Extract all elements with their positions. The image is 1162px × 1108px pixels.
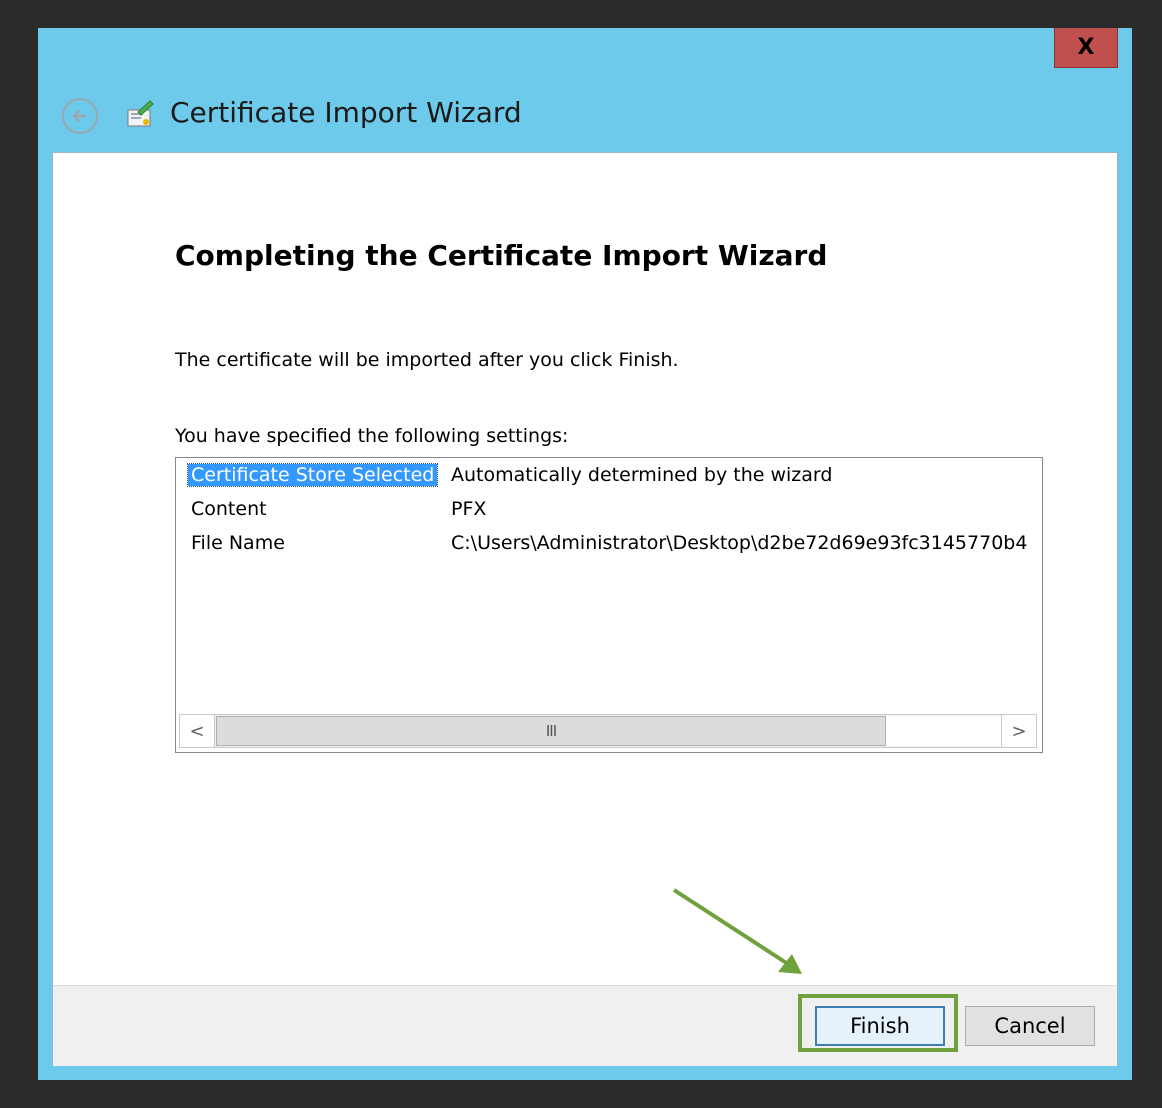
setting-value: Automatically determined by the wizard: [451, 464, 833, 486]
setting-key: Content: [191, 498, 267, 520]
finish-button[interactable]: Finish: [815, 1006, 945, 1046]
chevron-left-icon: <: [189, 720, 205, 742]
page-heading: Completing the Certificate Import Wizard: [175, 239, 828, 272]
setting-key: File Name: [191, 532, 285, 554]
wizard-content: Completing the Certificate Import Wizard…: [52, 152, 1118, 1066]
button-bar: Finish Cancel: [53, 985, 1117, 1066]
grip-icon: III: [545, 722, 557, 740]
setting-value: PFX: [451, 498, 487, 520]
setting-key: Certificate Store Selected: [186, 463, 439, 487]
setting-value: C:\Users\Administrator\Desktop\d2be72d69…: [451, 532, 1028, 554]
scroll-left-button[interactable]: <: [180, 715, 215, 747]
chevron-right-icon: >: [1011, 720, 1027, 742]
settings-list[interactable]: Certificate Store Selected Automatically…: [175, 457, 1043, 753]
list-item[interactable]: File Name C:\Users\Administrator\Desktop…: [176, 530, 1042, 560]
cancel-button[interactable]: Cancel: [965, 1006, 1095, 1046]
info-text: The certificate will be imported after y…: [175, 349, 679, 371]
scrollbar-thumb[interactable]: III: [216, 716, 886, 746]
list-item[interactable]: Content PFX: [176, 496, 1042, 526]
scroll-right-button[interactable]: >: [1001, 715, 1036, 747]
settings-label: You have specified the following setting…: [175, 425, 569, 447]
horizontal-scrollbar[interactable]: < III >: [179, 714, 1037, 748]
back-button[interactable]: [62, 98, 98, 134]
list-item[interactable]: Certificate Store Selected Automatically…: [176, 462, 1042, 492]
window-title: Certificate Import Wizard: [170, 96, 522, 129]
certificate-wizard-icon: [127, 100, 154, 127]
scrollbar-track[interactable]: [886, 716, 1004, 746]
back-arrow-icon: [72, 109, 87, 123]
close-button[interactable]: X: [1054, 28, 1118, 68]
wizard-window: X Certificate Import Wizard Completing t…: [38, 28, 1132, 1080]
close-icon: X: [1077, 35, 1095, 60]
annotation-arrow-icon: [672, 888, 802, 974]
